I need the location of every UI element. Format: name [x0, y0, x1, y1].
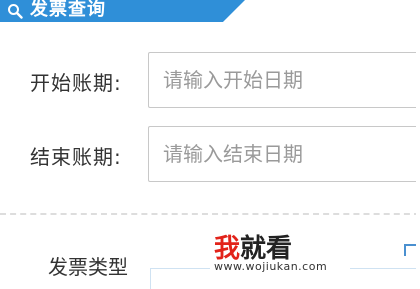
watermark: 我就看 www.wojiukan.com — [210, 228, 350, 280]
page-title: 发票查询 — [30, 0, 106, 20]
right-edge — [416, 0, 420, 280]
page-header: 发票查询 — [0, 0, 420, 24]
search-icon — [8, 4, 23, 19]
corner-decoration — [404, 244, 416, 256]
start-date-input[interactable] — [148, 52, 420, 108]
end-period-label: 结束账期: — [30, 145, 122, 169]
end-date-input[interactable] — [148, 126, 420, 182]
start-period-label: 开始账期: — [30, 71, 122, 95]
section-divider — [0, 213, 420, 215]
invoice-type-label: 发票类型 — [48, 255, 128, 279]
watermark-url: www.wojiukan.com — [214, 260, 328, 273]
